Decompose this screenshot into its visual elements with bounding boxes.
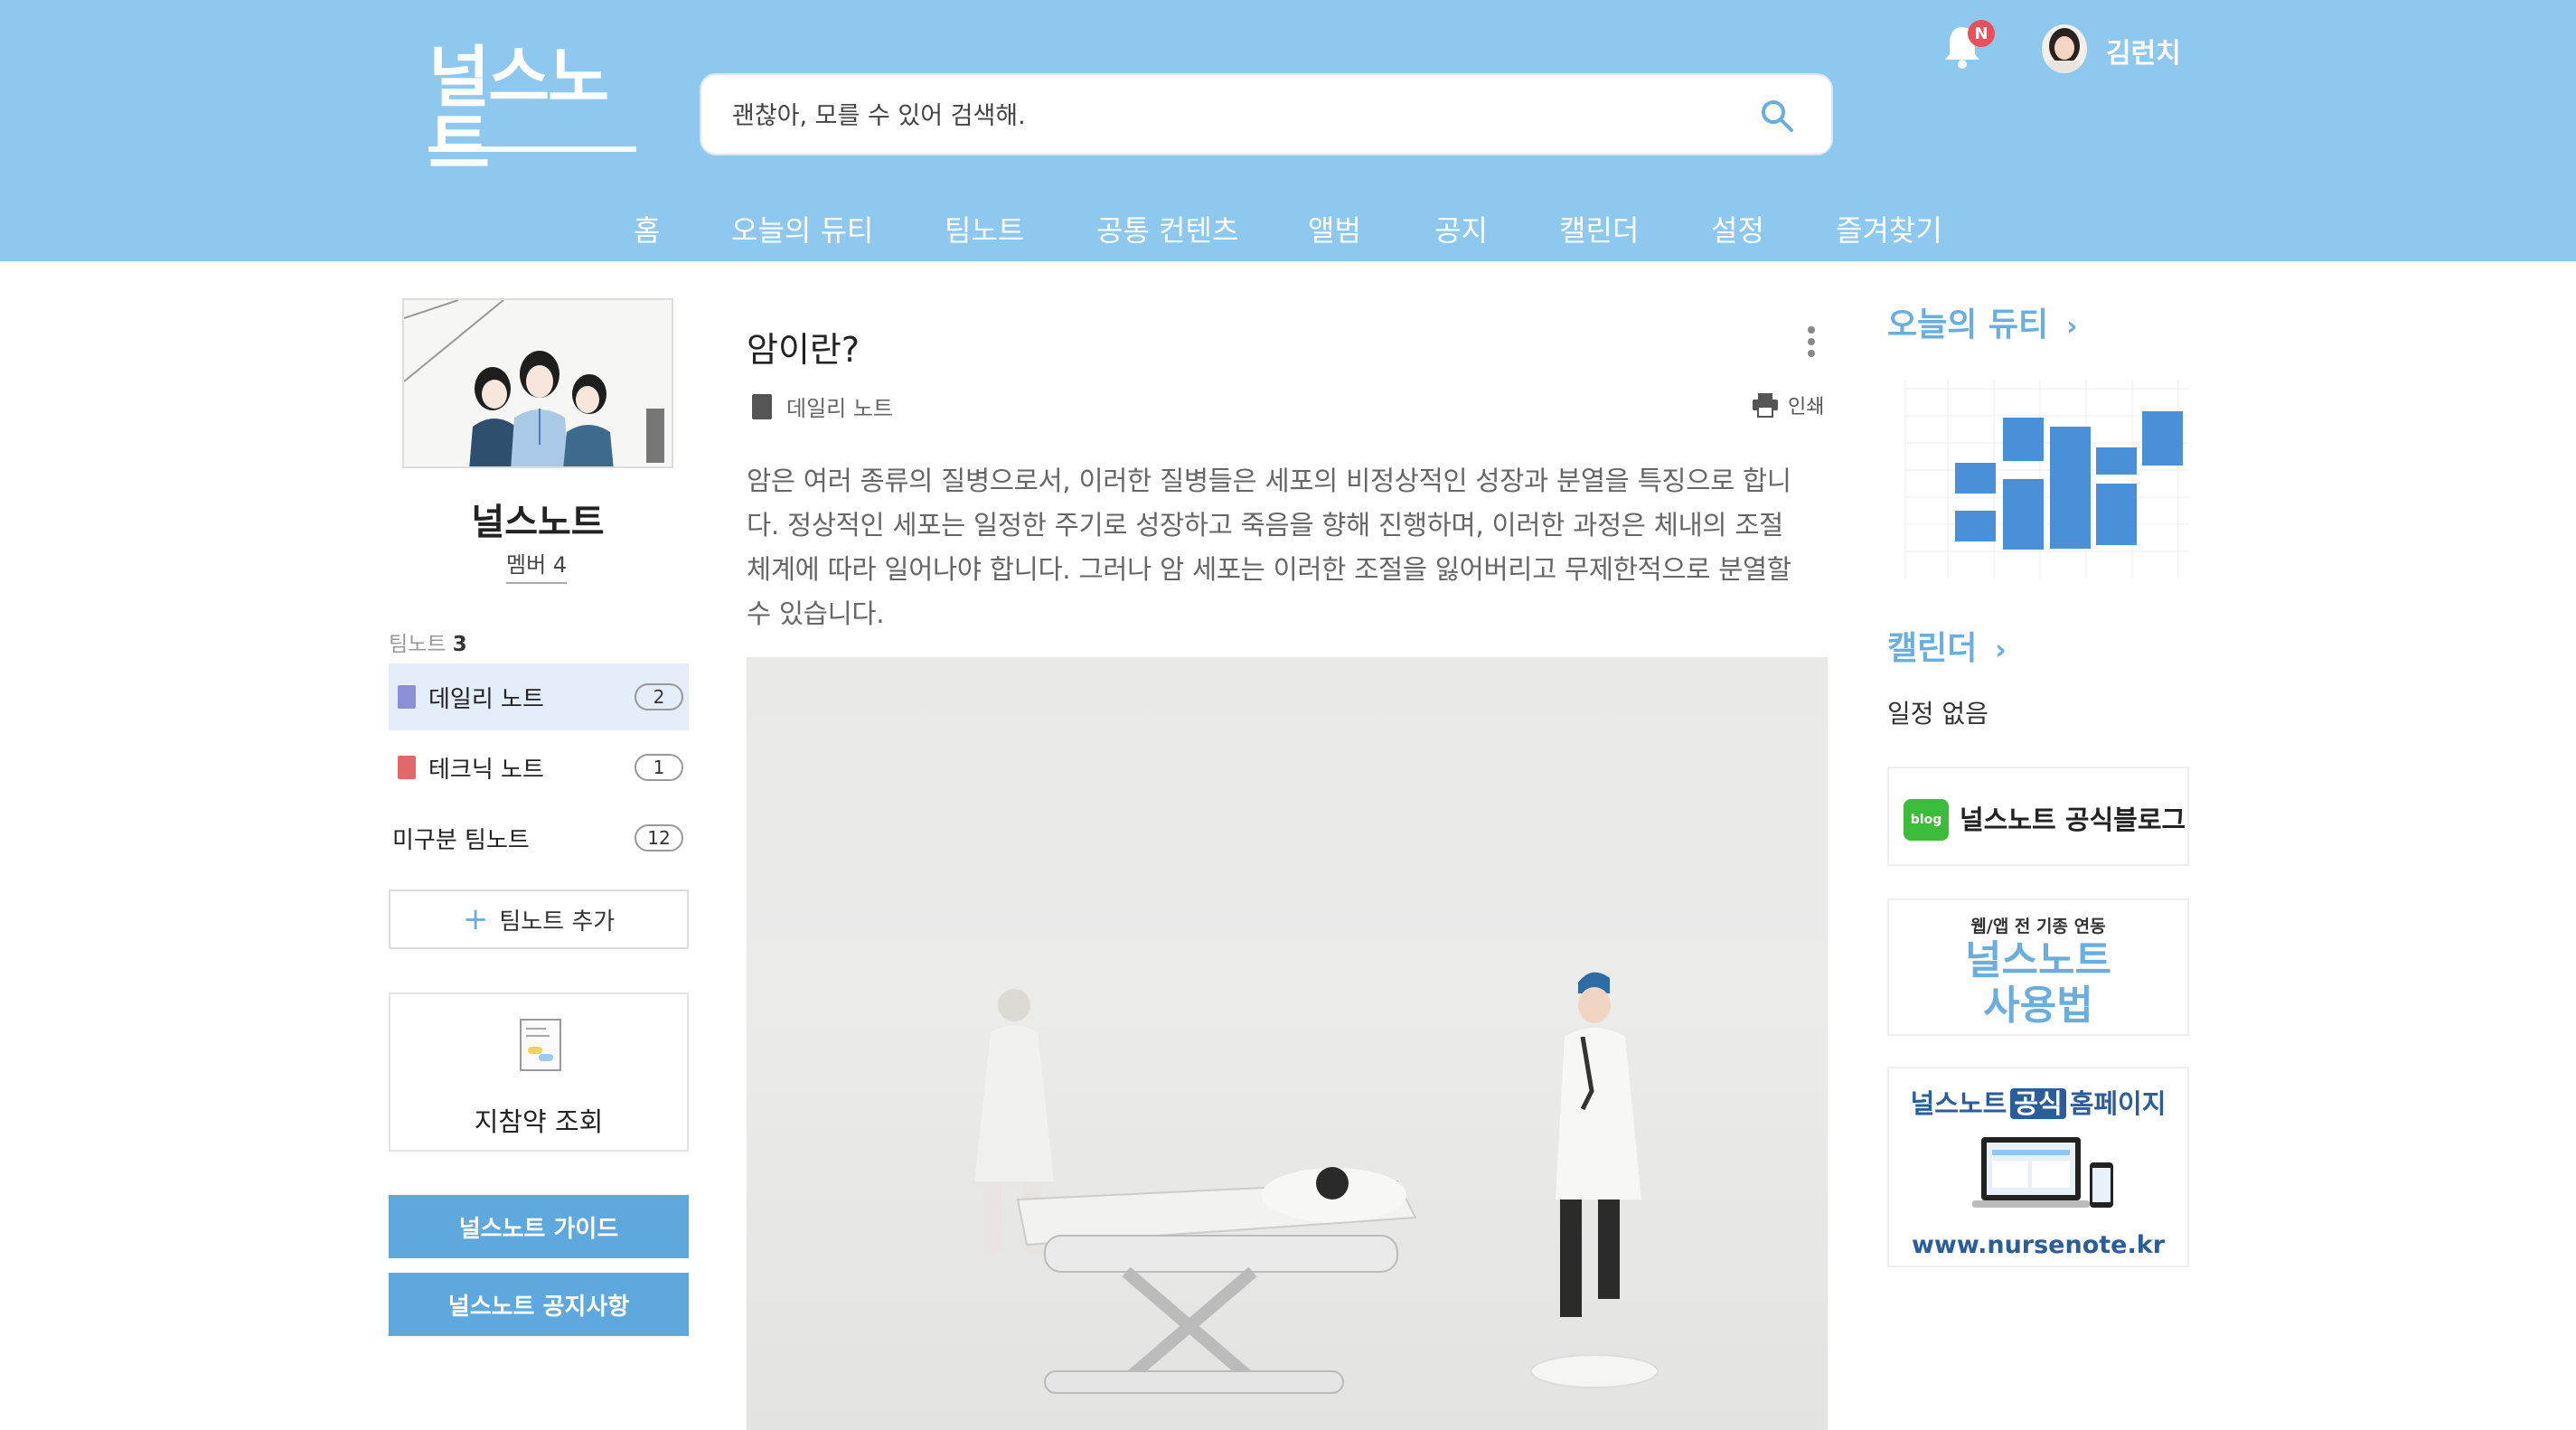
nav-album[interactable]: 앨범	[1308, 208, 1361, 249]
chevron-right-icon: ›	[1995, 635, 2007, 666]
duty-calendar-thumbnail[interactable]	[1887, 362, 2189, 579]
homepage-title: 널스노트 공식 홈페이지	[1910, 1088, 2167, 1119]
usage-subtitle: 웹/앱 전 기종 연동	[1970, 917, 2106, 936]
teamnote-count-badge: 1	[635, 754, 683, 781]
teamnote-count-badge: 12	[635, 824, 683, 851]
drug-lookup-label: 지참약 조회	[474, 1106, 604, 1137]
drug-lookup-card[interactable]: 지참약 조회	[389, 993, 689, 1152]
notification-badge: N	[1968, 20, 1995, 47]
nav-settings[interactable]: 설정	[1711, 208, 1764, 249]
nav-today-duty[interactable]: 오늘의 듀티	[731, 208, 873, 249]
calendar-heading[interactable]: 캘린더 ›	[1887, 622, 2007, 669]
book-icon	[398, 685, 416, 709]
usage-guide-banner[interactable]: 웹/앱 전 기종 연동 널스노트 사용법	[1887, 898, 2189, 1036]
chevron-right-icon: ›	[2066, 311, 2078, 343]
document-icon	[520, 1019, 561, 1071]
app-logo[interactable]: 널스노트	[428, 44, 636, 178]
teamnote-count: 팀노트 3	[389, 633, 467, 656]
teamnote-technique[interactable]: 테크닉 노트 1	[389, 734, 689, 801]
book-icon	[398, 756, 416, 779]
blog-icon: blog	[1904, 799, 1949, 841]
book-icon	[752, 393, 772, 419]
printer-icon	[1753, 393, 1778, 418]
add-teamnote-button[interactable]: + 팀노트 추가	[389, 889, 689, 949]
search-icon[interactable]	[1759, 98, 1795, 134]
official-homepage-banner[interactable]: 널스노트 공식 홈페이지 www.nursenote.kr	[1887, 1067, 2189, 1267]
avatar[interactable]	[2042, 24, 2087, 73]
plus-icon: +	[462, 901, 489, 937]
article-category[interactable]: 데일리 노트	[752, 390, 893, 422]
official-blog-banner[interactable]: blog 널스노트 공식블로그	[1887, 767, 2189, 866]
nav-favorites[interactable]: 즐겨찾기	[1836, 208, 1942, 249]
teamnote-count-badge: 2	[635, 683, 683, 710]
blog-label: 널스노트 공식블로그	[1960, 804, 2186, 835]
guide-button[interactable]: 널스노트 가이드	[389, 1195, 689, 1258]
nav-calendar[interactable]: 캘린더	[1559, 208, 1639, 249]
team-name: 널스노트	[471, 502, 605, 543]
devices-icon	[1972, 1137, 2113, 1208]
nav-common-content[interactable]: 공통 컨텐츠	[1096, 208, 1238, 249]
teamnote-label: 데일리 노트	[428, 685, 544, 713]
teamnote-label: 테크닉 노트	[428, 756, 544, 784]
team-image	[402, 298, 673, 468]
today-duty-heading[interactable]: 오늘의 듀티 ›	[1887, 298, 2078, 345]
username[interactable]: 김런치	[2106, 31, 2181, 71]
usage-title: 널스노트 사용법	[1965, 937, 2111, 1029]
teamnote-label: 미구분 팀노트	[392, 826, 530, 854]
notice-button[interactable]: 널스노트 공지사항	[389, 1273, 689, 1336]
teamnote-daily[interactable]: 데일리 노트 2	[389, 663, 689, 730]
nav-notice[interactable]: 공지	[1434, 208, 1488, 249]
no-schedule-text: 일정 없음	[1887, 699, 1988, 729]
member-count[interactable]: 멤버 4	[506, 547, 568, 584]
more-options-icon[interactable]	[1806, 325, 1817, 358]
nav-teamnote[interactable]: 팀노트	[945, 208, 1024, 249]
teamnote-uncategorized[interactable]: 미구분 팀노트 12	[389, 804, 689, 871]
article-title: 암이란?	[747, 330, 860, 370]
article-body: 암은 여러 종류의 질병으로서, 이러한 질병들은 세포의 비정상적인 성장과 …	[747, 466, 1791, 629]
search-bar	[700, 73, 1833, 155]
main-nav: 홈 오늘의 듀티 팀노트 공통 컨텐츠 앨범 공지 캘린더 설정 즐겨찾기	[0, 208, 2576, 251]
search-input[interactable]	[730, 91, 1728, 140]
article-image	[747, 657, 1828, 1430]
print-button[interactable]: 인쇄	[1752, 390, 1824, 419]
homepage-url: www.nursenote.kr	[1911, 1231, 2166, 1259]
nav-home[interactable]: 홈	[634, 208, 660, 249]
